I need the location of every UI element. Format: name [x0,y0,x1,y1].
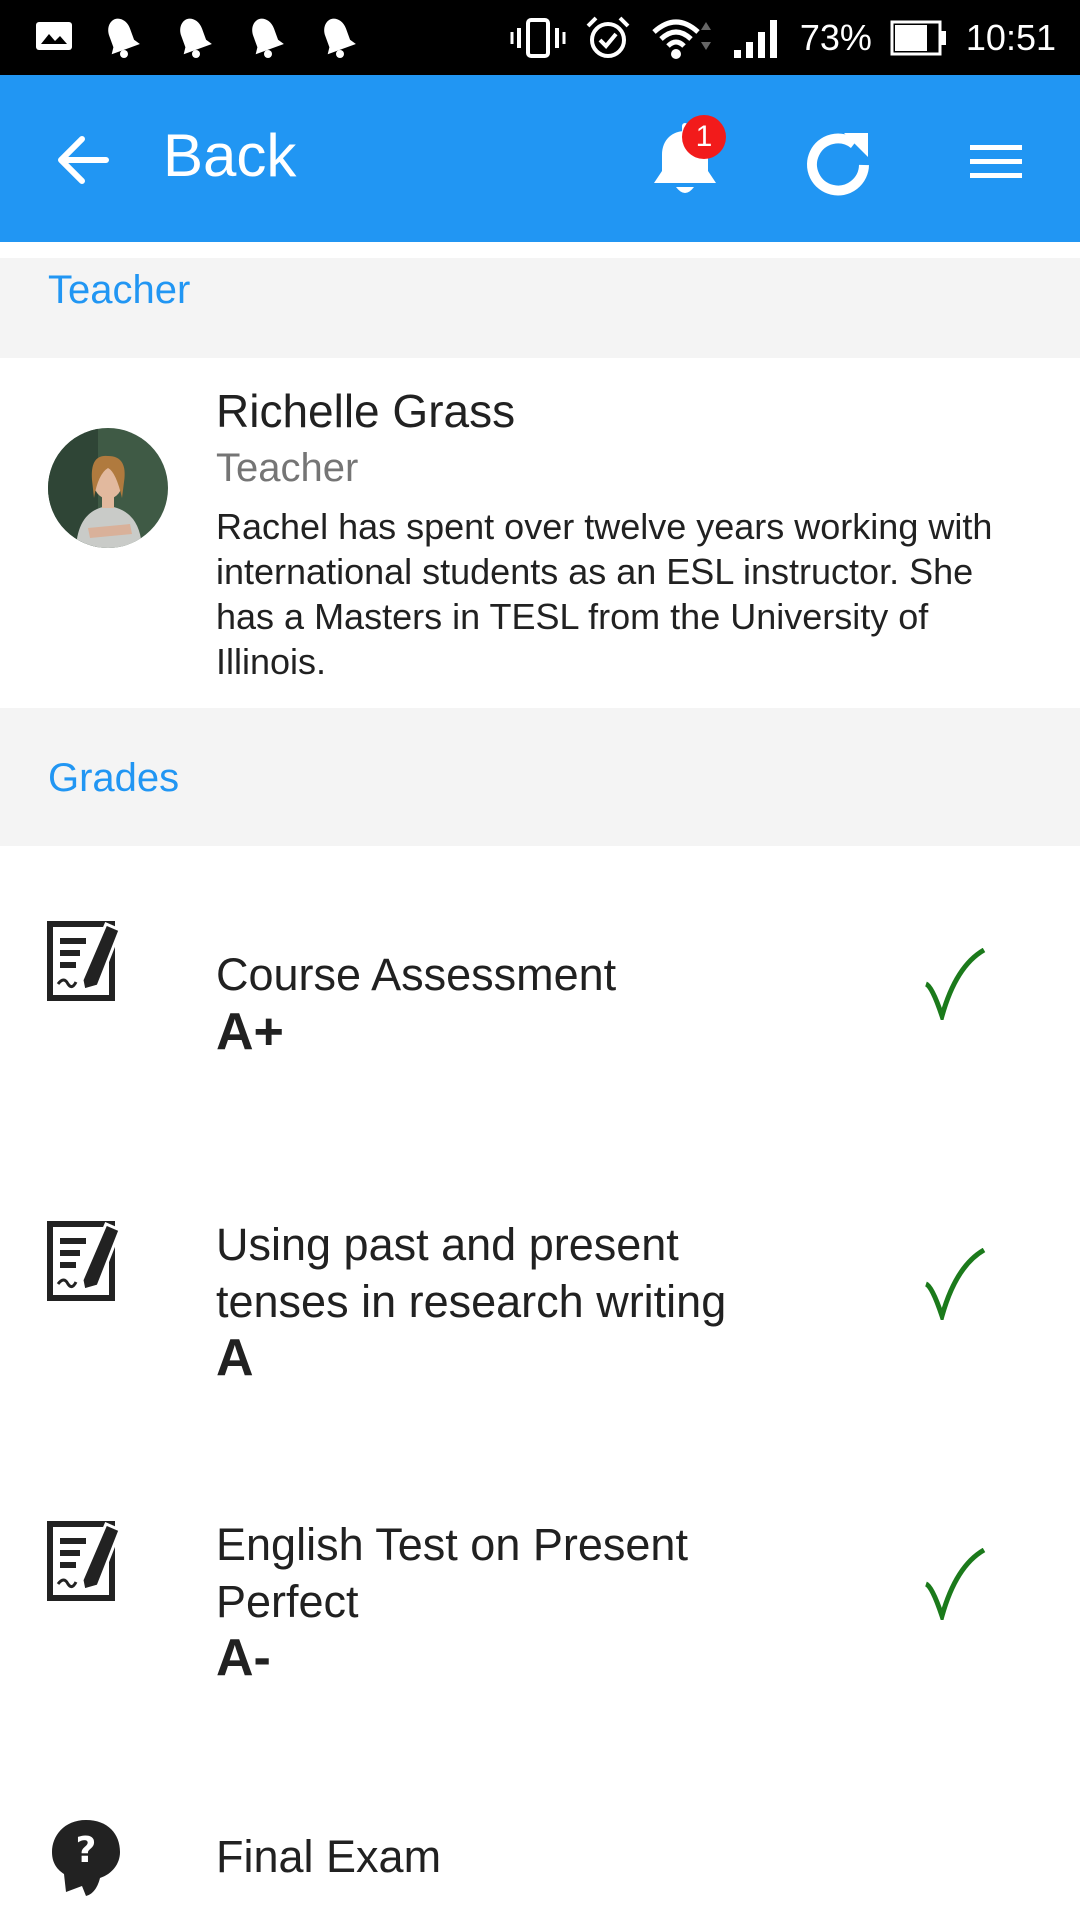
back-arrow-icon[interactable] [54,131,112,189]
battery-icon [890,18,948,58]
app-bar: Back 1 [0,75,1080,242]
grade-item[interactable]: Using past and present tenses in researc… [0,1146,1080,1446]
grade-item[interactable]: English Test on Present Perfect A- [0,1446,1080,1746]
grade-item[interactable]: ? Final Exam [0,1746,1080,1920]
grade-item[interactable]: Course Assessment A+ [0,846,1080,1146]
teacher-avatar [48,428,168,548]
menu-icon[interactable] [966,137,1026,187]
grades-section-header: Grades [0,708,1080,846]
teacher-role: Teacher [216,446,359,490]
section-title-grades: Grades [48,756,180,800]
gallery-icon [34,20,74,52]
grade-value: A [216,1329,254,1387]
teacher-section-header: Teacher [0,258,1080,358]
teacher-name: Richelle Grass [216,385,516,437]
notification-bell-icon [168,14,218,58]
vibrate-icon [510,16,566,60]
check-icon [924,948,986,1020]
notification-count-badge: 1 [682,115,726,159]
grade-title: English Test on Present Perfect [216,1519,688,1627]
signal-icon [732,16,782,60]
refresh-icon[interactable] [798,125,878,205]
notification-bell-icon [96,14,146,58]
grade-title: Course Assessment [216,949,617,1000]
section-title-teacher: Teacher [48,268,191,312]
check-icon [924,1248,986,1320]
grade-title: Using past and present tenses in researc… [216,1219,727,1327]
wifi-icon [650,16,714,60]
grade-value: A- [216,1629,271,1687]
grade-title: Final Exam [216,1831,442,1882]
alarm-icon [584,14,632,62]
assignment-edit-icon [47,1221,122,1301]
battery-percent: 73% [799,16,872,58]
assignment-edit-icon [47,1521,122,1601]
question-head-icon: ? [52,1820,120,1896]
notification-bell-icon [312,14,362,58]
teacher-card[interactable]: Richelle Grass Teacher Rachel has spent … [0,358,1080,708]
status-bar: 73% 10:51 [0,0,1080,75]
grade-value: A+ [216,1003,284,1061]
notifications-button[interactable]: 1 [640,115,730,205]
svg-text:?: ? [76,1830,97,1871]
assignment-edit-icon [47,921,122,1001]
check-icon [924,1548,986,1620]
notification-bell-icon [240,14,290,58]
teacher-bio: Rachel has spent over twelve years worki… [216,506,993,682]
back-button[interactable]: Back [163,121,296,190]
clock: 10:51 [965,16,1056,58]
